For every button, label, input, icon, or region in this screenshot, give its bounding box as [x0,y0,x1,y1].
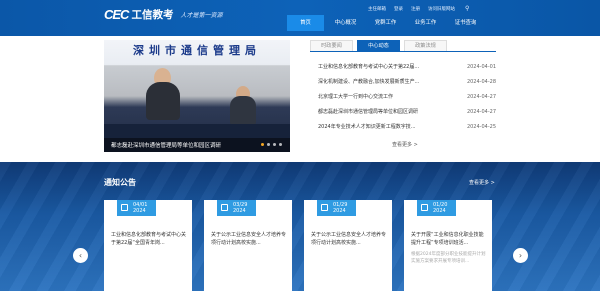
chevron-left-icon[interactable]: ‹ [73,248,88,263]
news-date: 2024-04-25 [466,124,496,130]
news-carousel[interactable]: 深圳市通信管理局 都志磊赴深圳市通信管理局等单位和园区调研 [104,40,290,152]
date-badge: 04/01 2024 [117,200,156,216]
logo[interactable]: CEC 工信教考 人才是第一资源 [104,7,222,22]
nav-about[interactable]: 中心概况 [327,15,364,31]
chevron-right-icon[interactable]: › [513,248,528,263]
list-item[interactable]: 都志磊赴深圳市通信管理局等单位和园区调研 2024-04-27 [318,107,496,122]
nav-business[interactable]: 业务工作 [407,15,444,31]
notice-card[interactable]: 03/29 2024 关于公示工业信息安全人才培养专项行动计划高校实施... [204,200,292,291]
date-badge: 01/20 2024 [417,200,456,216]
notices-section: 通知公告 查看更多 > 04/01 2024 工业和信息化部教育与考试中心关于第… [0,162,600,291]
nav-home[interactable]: 首页 [287,15,324,31]
notice-card[interactable]: 01/29 2024 关于公示工业信息安全人才培养专项行动计划高校实施... [304,200,392,291]
register-link[interactable]: 注册 [411,6,420,12]
carousel-dot[interactable] [267,143,270,146]
director-mailbox-link[interactable]: 主任邮箱 [368,6,386,12]
section-title: 通知公告 [104,178,136,187]
news-title[interactable]: 深化机制建设、产教融合,加快发展新质生产... [318,77,448,92]
calendar-icon [221,204,228,211]
logo-slogan: 人才是第一资源 [180,12,223,19]
news-title[interactable]: 北京理工大学一行到中心交流工作 [318,92,448,107]
carousel-dot[interactable] [261,143,264,146]
notice-text[interactable]: 关于开展“工业和信息化职业技能提升工程”专项培训班活... [411,231,487,247]
logo-mark: CEC [104,7,129,22]
carousel-caption[interactable]: 都志磊赴深圳市通信管理局等单位和园区调研 [111,141,221,149]
calendar-icon [421,204,428,211]
news-panel: 时政要闻 中心动态 政策法规 工业和信息化部教育与考试中心关于第22届... 2… [310,40,496,152]
tab-policies[interactable]: 政策法规 [404,40,447,51]
notice-excerpt: 根据2024年度部分职业技能提升计划实施方案要求开展专项培训... [411,252,486,264]
list-item[interactable]: 2024年专业技术人才知识更新工程数字技... 2024-04-25 [318,122,496,137]
notices-more-link[interactable]: 查看更多 > [469,179,495,186]
news-date: 2024-04-01 [466,64,496,70]
badge-year: 2024 [233,208,246,214]
notice-card[interactable]: 04/01 2024 工业和信息化部教育与考试中心关于第22届“全国青年岗... [104,200,192,291]
banner-sign-text: 深圳市通信管理局 [133,44,261,57]
notice-text[interactable]: 关于公示工业信息安全人才培养专项行动计划高校实施... [211,231,287,247]
banner-photo-person-body [230,96,256,126]
list-item[interactable]: 工业和信息化部教育与考试中心关于第22届... 2024-04-01 [318,62,496,77]
date-badge: 03/29 2024 [217,200,256,216]
nav-party[interactable]: 党群工作 [367,15,404,31]
list-item[interactable]: 北京理工大学一行到中心交流工作 2024-04-27 [318,92,496,107]
news-date: 2024-04-28 [466,79,496,85]
site-header: CEC 工信教考 人才是第一资源 主任邮箱 登录 注册 访问旧版网站 ⚲ 首页 … [0,0,600,36]
news-more-link[interactable]: 查看更多 > [392,141,418,148]
nav-certificate[interactable]: 证书查询 [447,15,484,31]
news-title[interactable]: 都志磊赴深圳市通信管理局等单位和园区调研 [318,107,448,122]
notice-text[interactable]: 关于公示工业信息安全人才培养专项行动计划高校实施... [311,231,387,247]
carousel-dots [258,143,282,146]
news-title[interactable]: 工业和信息化部教育与考试中心关于第22届... [318,62,448,77]
news-date: 2024-04-27 [466,94,496,100]
notice-card[interactable]: 01/20 2024 关于开展“工业和信息化职业技能提升工程”专项培训班活...… [404,200,492,291]
badge-year: 2024 [133,208,146,214]
old-site-link[interactable]: 访问旧版网站 [428,6,455,12]
notice-text[interactable]: 工业和信息化部教育与考试中心关于第22届“全国青年岗... [111,231,187,247]
calendar-icon [121,204,128,211]
top-links: 主任邮箱 登录 注册 访问旧版网站 ⚲ [368,5,477,12]
search-icon[interactable]: ⚲ [465,5,469,12]
news-list: 工业和信息化部教育与考试中心关于第22届... 2024-04-01 深化机制建… [318,62,496,137]
news-date: 2024-04-27 [466,109,496,115]
carousel-dot[interactable] [279,143,282,146]
main-nav: 首页 中心概况 党群工作 业务工作 证书查询 [287,15,487,31]
carousel-dot[interactable] [273,143,276,146]
badge-year: 2024 [333,208,346,214]
tab-current-affairs[interactable]: 时政要闻 [310,40,353,51]
logo-name: 工信教考 [131,9,174,21]
calendar-icon [321,204,328,211]
date-badge: 01/29 2024 [317,200,356,216]
news-title[interactable]: 2024年专业技术人才知识更新工程数字技... [318,122,448,137]
news-tabs: 时政要闻 中心动态 政策法规 [310,40,496,52]
badge-year: 2024 [433,208,446,214]
banner-photo-person-body [146,82,180,120]
carousel-caption-bar: 都志磊赴深圳市通信管理局等单位和园区调研 [104,138,290,152]
tab-center-news[interactable]: 中心动态 [357,40,400,51]
login-link[interactable]: 登录 [394,6,403,12]
list-item[interactable]: 深化机制建设、产教融合,加快发展新质生产... 2024-04-28 [318,77,496,92]
